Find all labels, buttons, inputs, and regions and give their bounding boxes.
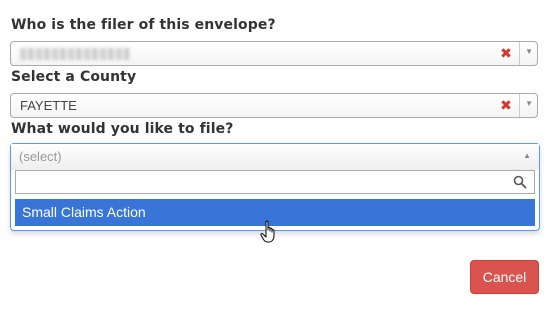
filing-select-head[interactable]: (select) ▲ [11, 144, 539, 170]
select-divider [519, 42, 520, 65]
clear-icon[interactable]: ✖ [499, 98, 513, 112]
filer-select[interactable]: ✖ ▼ [10, 41, 538, 66]
chevron-down-icon[interactable]: ▼ [525, 99, 533, 108]
filing-search-input[interactable] [15, 170, 535, 194]
search-icon [513, 175, 527, 189]
filing-placeholder: (select) [19, 149, 62, 164]
county-select[interactable]: FAYETTE ✖ ▼ [10, 93, 538, 118]
county-value: FAYETTE [20, 98, 77, 113]
county-label: Select a County [11, 69, 137, 85]
hand-cursor-icon [260, 220, 275, 243]
chevron-down-icon[interactable]: ▼ [525, 47, 533, 56]
clear-icon[interactable]: ✖ [499, 46, 513, 60]
filer-value-redacted [20, 46, 130, 63]
filer-label: Who is the filer of this envelope? [11, 17, 276, 33]
select-divider [519, 94, 520, 117]
filing-dropdown[interactable]: (select) ▲ Small Claims Action [10, 143, 540, 231]
filing-label: What would you like to file? [11, 121, 234, 137]
cancel-button[interactable]: Cancel [470, 260, 539, 294]
chevron-up-icon[interactable]: ▲ [523, 151, 531, 160]
